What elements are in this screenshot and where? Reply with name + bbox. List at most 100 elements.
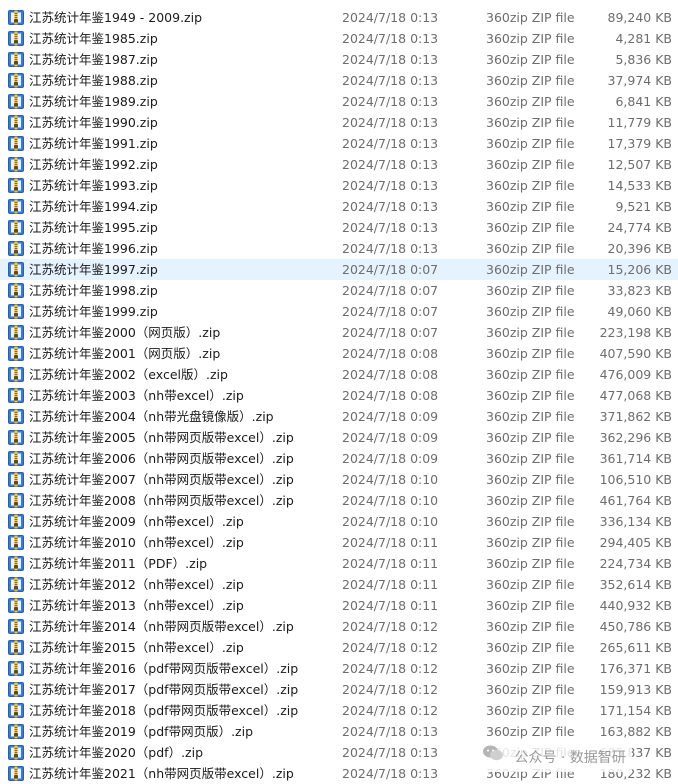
zip-archive-icon (8, 136, 24, 151)
file-size: 352,614 KB (599, 577, 672, 592)
file-row[interactable]: 江苏统计年鉴1993.zip 2024/7/18 0:13 360zip ZIP… (0, 175, 678, 196)
file-date-modified: 2024/7/18 0:11 (342, 556, 439, 571)
zip-archive-icon (8, 10, 24, 25)
file-row[interactable]: 江苏统计年鉴2011（PDF）.zip 2024/7/18 0:11 360zi… (0, 553, 678, 574)
file-size: 9,521 KB (615, 199, 672, 214)
file-type: 360zip ZIP file (486, 472, 575, 487)
file-row[interactable]: 江苏统计年鉴1987.zip 2024/7/18 0:13 360zip ZIP… (0, 49, 678, 70)
file-date-modified: 2024/7/18 0:11 (342, 577, 439, 592)
file-row[interactable]: 江苏统计年鉴1998.zip 2024/7/18 0:07 360zip ZIP… (0, 280, 678, 301)
zip-archive-icon (8, 241, 24, 256)
file-date-modified: 2024/7/18 0:13 (342, 241, 439, 256)
file-name: 江苏统计年鉴1991.zip (29, 136, 158, 151)
zip-archive-icon (8, 157, 24, 172)
file-name: 江苏统计年鉴2008（nh带网页版带excel）.zip (29, 493, 294, 508)
zip-archive-icon (8, 724, 24, 739)
file-date-modified: 2024/7/18 0:07 (342, 283, 439, 298)
file-name: 江苏统计年鉴1996.zip (29, 241, 158, 256)
file-date-modified: 2024/7/18 0:12 (342, 661, 439, 676)
file-size: 24,774 KB (607, 220, 672, 235)
file-row[interactable]: 江苏统计年鉴1989.zip 2024/7/18 0:13 360zip ZIP… (0, 91, 678, 112)
file-row[interactable]: 江苏统计年鉴1995.zip 2024/7/18 0:13 360zip ZIP… (0, 217, 678, 238)
watermark-text: 公众号 · 数据智研 (514, 750, 626, 766)
file-name: 江苏统计年鉴2015（nh带excel）.zip (29, 640, 244, 655)
file-name: 江苏统计年鉴2014（nh带网页版带excel）.zip (29, 619, 294, 634)
file-size: 14,533 KB (607, 178, 672, 193)
file-date-modified: 2024/7/18 0:13 (342, 115, 439, 130)
file-row[interactable]: 江苏统计年鉴2010（nh带excel）.zip 2024/7/18 0:11 … (0, 532, 678, 553)
file-row[interactable]: 江苏统计年鉴2013（nh带excel）.zip 2024/7/18 0:11 … (0, 595, 678, 616)
file-row[interactable]: 江苏统计年鉴1949 - 2009.zip 2024/7/18 0:13 360… (0, 7, 678, 28)
file-row[interactable]: 江苏统计年鉴2015（nh带excel）.zip 2024/7/18 0:12 … (0, 637, 678, 658)
file-size: 224,734 KB (599, 556, 672, 571)
file-row[interactable]: 江苏统计年鉴2019（pdf带网页版）.zip 2024/7/18 0:13 3… (0, 721, 678, 742)
zip-archive-icon (8, 220, 24, 235)
file-row[interactable]: 江苏统计年鉴1991.zip 2024/7/18 0:13 360zip ZIP… (0, 133, 678, 154)
file-name: 江苏统计年鉴1994.zip (29, 199, 158, 214)
file-date-modified: 2024/7/18 0:07 (342, 262, 439, 277)
file-date-modified: 2024/7/18 0:11 (342, 598, 439, 613)
file-row[interactable]: 江苏统计年鉴1996.zip 2024/7/18 0:13 360zip ZIP… (0, 238, 678, 259)
file-row[interactable]: 江苏统计年鉴1988.zip 2024/7/18 0:13 360zip ZIP… (0, 70, 678, 91)
file-date-modified: 2024/7/18 0:12 (342, 682, 439, 697)
file-name: 江苏统计年鉴1997.zip (29, 262, 158, 277)
file-date-modified: 2024/7/18 0:13 (342, 94, 439, 109)
file-date-modified: 2024/7/18 0:13 (342, 220, 439, 235)
file-date-modified: 2024/7/18 0:09 (342, 409, 439, 424)
zip-archive-icon (8, 367, 24, 382)
zip-archive-icon (8, 262, 24, 277)
zip-archive-icon (8, 640, 24, 655)
file-row[interactable]: 江苏统计年鉴2001（网页版）.zip 2024/7/18 0:08 360zi… (0, 343, 678, 364)
file-name: 江苏统计年鉴1987.zip (29, 52, 158, 67)
file-date-modified: 2024/7/18 0:13 (342, 178, 439, 193)
file-name: 江苏统计年鉴2004（nh带光盘镜像版）.zip (29, 409, 274, 424)
file-row[interactable]: 江苏统计年鉴2006（nh带网页版带excel）.zip 2024/7/18 0… (0, 448, 678, 469)
file-row[interactable]: 江苏统计年鉴1999.zip 2024/7/18 0:07 360zip ZIP… (0, 301, 678, 322)
file-row[interactable]: 江苏统计年鉴2014（nh带网页版带excel）.zip 2024/7/18 0… (0, 616, 678, 637)
file-row[interactable]: 江苏统计年鉴1994.zip 2024/7/18 0:13 360zip ZIP… (0, 196, 678, 217)
file-row[interactable]: 江苏统计年鉴1990.zip 2024/7/18 0:13 360zip ZIP… (0, 112, 678, 133)
file-name: 江苏统计年鉴2018（pdf带网页版带excel）.zip (29, 703, 299, 718)
file-size: 477,068 KB (599, 388, 672, 403)
file-name: 江苏统计年鉴1949 - 2009.zip (29, 10, 203, 25)
zip-archive-icon (8, 472, 24, 487)
file-row[interactable]: 江苏统计年鉴2018（pdf带网页版带excel）.zip 2024/7/18 … (0, 700, 678, 721)
file-name: 江苏统计年鉴1993.zip (29, 178, 158, 193)
file-row[interactable]: 江苏统计年鉴2009（nh带excel）.zip 2024/7/18 0:10 … (0, 511, 678, 532)
file-size: 33,823 KB (607, 283, 672, 298)
file-name: 江苏统计年鉴2016（pdf带网页版带excel）.zip (29, 661, 299, 676)
file-row[interactable]: 江苏统计年鉴1997.zip 2024/7/18 0:07 360zip ZIP… (0, 259, 678, 280)
file-row[interactable]: 江苏统计年鉴2008（nh带网页版带excel）.zip 2024/7/18 0… (0, 490, 678, 511)
zip-archive-icon (8, 94, 24, 109)
file-date-modified: 2024/7/18 0:13 (342, 136, 439, 151)
file-type: 360zip ZIP file (486, 136, 575, 151)
file-row[interactable]: 江苏统计年鉴2000（网页版）.zip 2024/7/18 0:07 360zi… (0, 322, 678, 343)
zip-archive-icon (8, 766, 24, 781)
file-name: 江苏统计年鉴2009（nh带excel）.zip (29, 514, 244, 529)
file-name: 江苏统计年鉴1992.zip (29, 157, 158, 172)
file-row[interactable]: 江苏统计年鉴2017（pdf带网页版带excel）.zip 2024/7/18 … (0, 679, 678, 700)
zip-archive-icon (8, 52, 24, 67)
file-type: 360zip ZIP file (486, 220, 575, 235)
file-row[interactable]: 江苏统计年鉴2016（pdf带网页版带excel）.zip 2024/7/18 … (0, 658, 678, 679)
zip-archive-icon (8, 577, 24, 592)
file-date-modified: 2024/7/18 0:13 (342, 766, 439, 781)
file-row[interactable]: 江苏统计年鉴2005（nh带网页版带excel）.zip 2024/7/18 0… (0, 427, 678, 448)
file-type: 360zip ZIP file (486, 304, 575, 319)
file-row[interactable]: 江苏统计年鉴2003（nh带excel）.zip 2024/7/18 0:08 … (0, 385, 678, 406)
file-row[interactable]: 江苏统计年鉴1985.zip 2024/7/18 0:13 360zip ZIP… (0, 28, 678, 49)
file-date-modified: 2024/7/18 0:13 (342, 157, 439, 172)
file-type: 360zip ZIP file (486, 115, 575, 130)
file-row[interactable]: 江苏统计年鉴2007（nh带网页版带excel）.zip 2024/7/18 0… (0, 469, 678, 490)
zip-archive-icon (8, 703, 24, 718)
file-row[interactable]: 江苏统计年鉴2004（nh带光盘镜像版）.zip 2024/7/18 0:09 … (0, 406, 678, 427)
file-name: 江苏统计年鉴2020（pdf）.zip (29, 745, 204, 760)
file-row[interactable]: 江苏统计年鉴2002（excel版）.zip 2024/7/18 0:08 36… (0, 364, 678, 385)
file-row[interactable]: 江苏统计年鉴1992.zip 2024/7/18 0:13 360zip ZIP… (0, 154, 678, 175)
file-size: 4,281 KB (615, 31, 672, 46)
file-name: 江苏统计年鉴1985.zip (29, 31, 158, 46)
file-name: 江苏统计年鉴2021（nh带网页版带excel）.zip (29, 766, 294, 781)
watermark: 公众号 · 数据智研 (478, 744, 632, 772)
file-row[interactable]: 江苏统计年鉴2012（nh带excel）.zip 2024/7/18 0:11 … (0, 574, 678, 595)
file-size: 12,507 KB (607, 157, 672, 172)
